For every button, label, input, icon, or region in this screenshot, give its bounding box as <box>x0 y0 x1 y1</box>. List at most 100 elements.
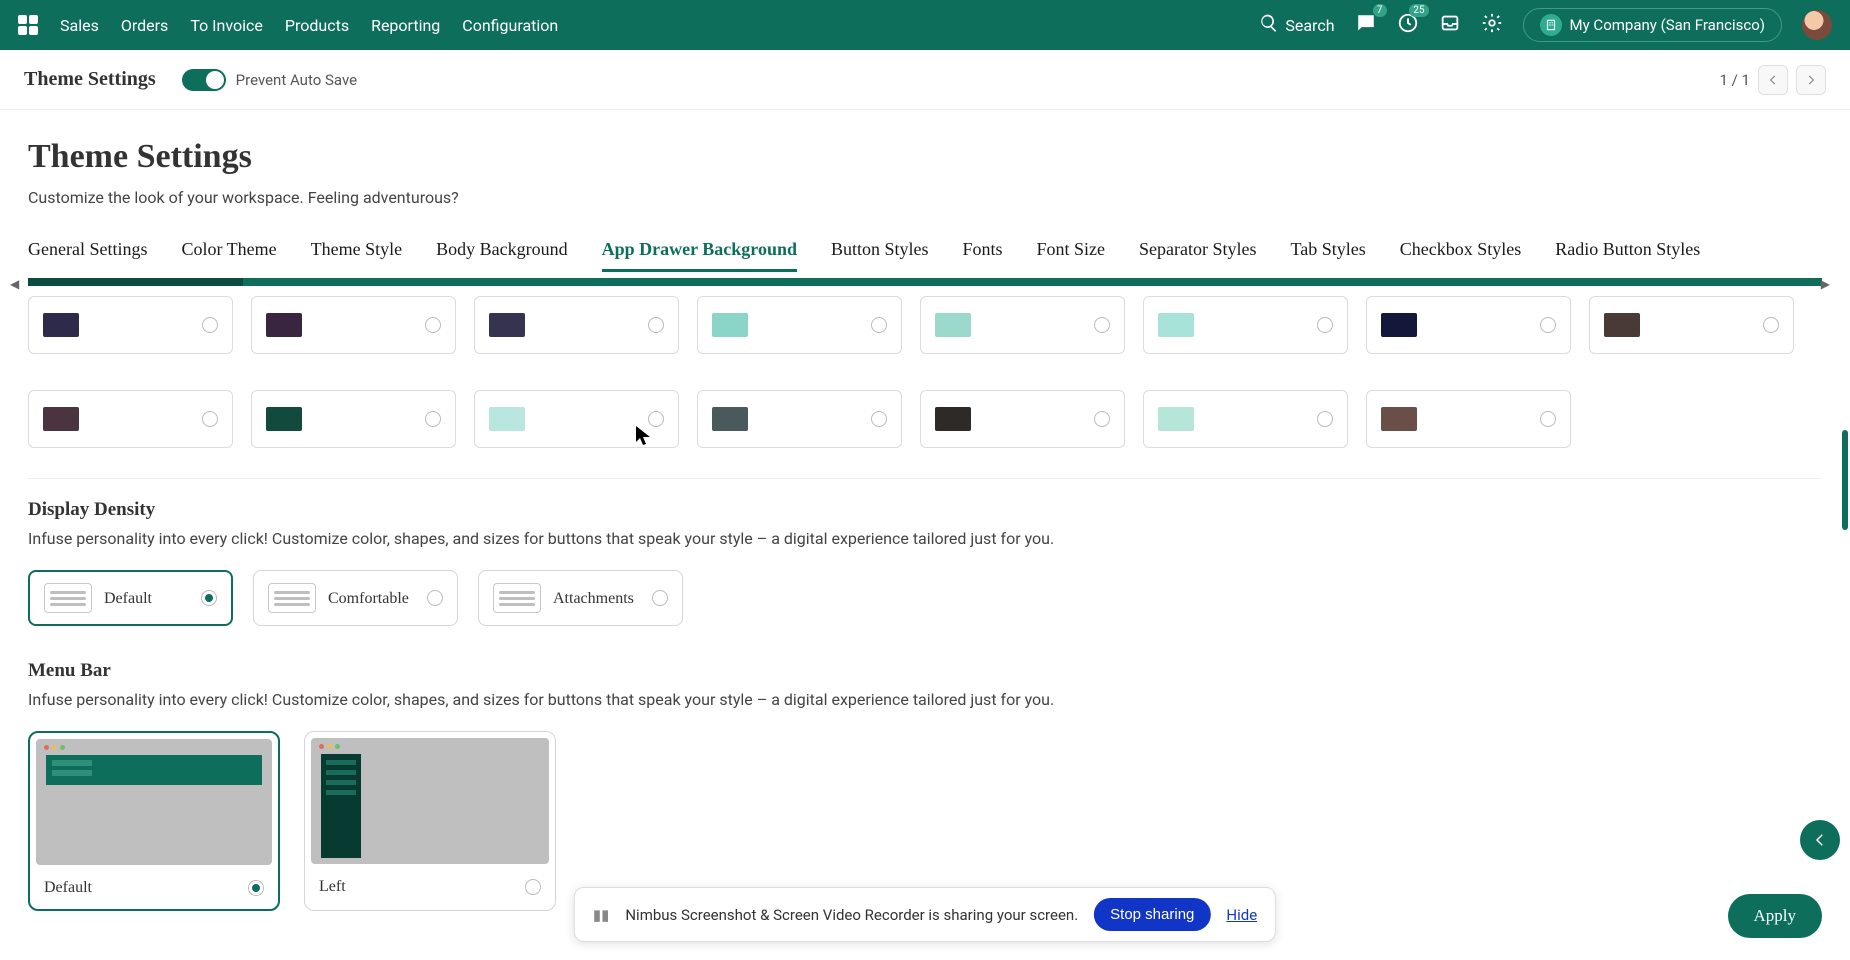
menubar-label: Left <box>319 878 346 896</box>
swatch-option[interactable] <box>1366 390 1571 448</box>
tab-accent-strip <box>28 278 1822 286</box>
swatch-radio <box>871 317 887 333</box>
swatch-color-icon <box>266 407 302 431</box>
swatch-option[interactable] <box>474 390 679 448</box>
prevent-autosave-toggle[interactable] <box>182 69 226 91</box>
scrollbar-thumb[interactable] <box>1842 430 1848 530</box>
activities-button[interactable]: 25 <box>1397 12 1419 38</box>
menubar-option-left[interactable]: Left <box>304 731 556 911</box>
settings-button[interactable] <box>1481 12 1503 38</box>
swatch-radio <box>425 317 441 333</box>
pager: 1 / 1 <box>1720 65 1827 95</box>
swatch-option[interactable] <box>28 296 233 354</box>
menubar-preview-icon <box>36 739 272 865</box>
swatch-color-icon <box>935 407 971 431</box>
tabs-scroll-left[interactable]: ◀ <box>10 277 19 291</box>
swatch-radio <box>425 411 441 427</box>
breadcrumb-title: Theme Settings <box>24 68 156 91</box>
tab-button-styles[interactable]: Button Styles <box>831 239 929 270</box>
global-search[interactable]: Search <box>1259 13 1334 37</box>
density-option-attachments[interactable]: Attachments <box>478 570 683 626</box>
swatch-color-icon <box>266 313 302 337</box>
density-label: Comfortable <box>328 590 409 607</box>
density-preview-icon <box>493 583 541 613</box>
swatch-radio <box>202 317 218 333</box>
swatch-radio <box>648 411 664 427</box>
tray-button[interactable] <box>1439 12 1461 38</box>
menubar-title: Menu Bar <box>28 660 1822 682</box>
nav-links: Sales Orders To Invoice Products Reporti… <box>60 16 558 35</box>
swatch-radio <box>1094 317 1110 333</box>
tab-radio-button-styles[interactable]: Radio Button Styles <box>1555 239 1700 270</box>
swatch-option[interactable] <box>1143 296 1348 354</box>
swatch-option[interactable] <box>920 296 1125 354</box>
menubar-radio <box>525 879 541 895</box>
company-name: My Company (San Francisco) <box>1570 16 1765 34</box>
density-options: Default Comfortable Attachments <box>28 570 1822 626</box>
nav-link-toinvoice[interactable]: To Invoice <box>190 16 263 35</box>
menubar-option-default[interactable]: Default <box>28 731 280 911</box>
avatar[interactable] <box>1802 10 1832 40</box>
swatch-grid <box>28 296 1822 448</box>
swatch-radio <box>871 411 887 427</box>
tab-checkbox-styles[interactable]: Checkbox Styles <box>1400 239 1522 270</box>
swatch-option[interactable] <box>1366 296 1571 354</box>
separator <box>28 478 1822 479</box>
search-icon <box>1259 13 1279 37</box>
prevent-autosave-label: Prevent Auto Save <box>236 71 357 89</box>
swatch-color-icon <box>1381 407 1417 431</box>
app-launcher-icon[interactable] <box>18 15 38 35</box>
density-radio <box>427 590 443 606</box>
screenshare-banner: ▮▮ Nimbus Screenshot & Screen Video Reco… <box>574 887 1276 942</box>
tab-tab-styles[interactable]: Tab Styles <box>1291 239 1366 270</box>
swatch-option[interactable] <box>1143 390 1348 448</box>
swatch-color-icon <box>43 313 79 337</box>
swatch-option[interactable] <box>697 296 902 354</box>
nav-link-sales[interactable]: Sales <box>60 16 99 35</box>
density-option-comfortable[interactable]: Comfortable <box>253 570 458 626</box>
density-preview-icon <box>268 583 316 613</box>
tab-body-background[interactable]: Body Background <box>436 239 567 270</box>
building-icon <box>1540 14 1562 36</box>
tab-general-settings[interactable]: General Settings <box>28 239 147 270</box>
swatch-color-icon <box>1158 313 1194 337</box>
company-switcher[interactable]: My Company (San Francisco) <box>1523 8 1782 42</box>
swatch-color-icon <box>489 407 525 431</box>
nav-link-orders[interactable]: Orders <box>121 16 168 35</box>
tab-theme-style[interactable]: Theme Style <box>311 239 402 270</box>
tab-font-size[interactable]: Font Size <box>1037 239 1106 270</box>
swatch-color-icon <box>935 313 971 337</box>
messages-badge: 7 <box>1373 4 1387 17</box>
hide-banner-link[interactable]: Hide <box>1226 906 1257 924</box>
swatch-option[interactable] <box>920 390 1125 448</box>
tab-color-theme[interactable]: Color Theme <box>181 239 276 270</box>
swatch-option[interactable] <box>28 390 233 448</box>
density-label: Default <box>104 590 152 607</box>
stop-sharing-button[interactable]: Stop sharing <box>1094 898 1210 931</box>
screenshare-text: Nimbus Screenshot & Screen Video Recorde… <box>625 906 1078 924</box>
pager-prev-button[interactable] <box>1758 65 1788 95</box>
nav-link-products[interactable]: Products <box>285 16 349 35</box>
swatch-option[interactable] <box>474 296 679 354</box>
nav-link-configuration[interactable]: Configuration <box>462 16 558 35</box>
tab-separator-styles[interactable]: Separator Styles <box>1139 239 1256 270</box>
swatch-option[interactable] <box>251 390 456 448</box>
swatch-option[interactable] <box>251 296 456 354</box>
swatch-color-icon <box>1158 407 1194 431</box>
density-preview-icon <box>44 583 92 613</box>
messages-button[interactable]: 7 <box>1355 12 1377 38</box>
density-option-default[interactable]: Default <box>28 570 233 626</box>
nav-link-reporting[interactable]: Reporting <box>371 16 440 35</box>
settings-tabs: General Settings Color Theme Theme Style Bo… <box>28 239 1822 272</box>
tab-app-drawer-background[interactable]: App Drawer Background <box>602 239 797 270</box>
swatch-option[interactable] <box>1589 296 1794 354</box>
apply-button[interactable]: Apply <box>1728 894 1823 938</box>
swatch-color-icon <box>1381 313 1417 337</box>
pager-next-button[interactable] <box>1796 65 1826 95</box>
page-title: Theme Settings <box>28 138 1822 176</box>
swatch-option[interactable] <box>697 390 902 448</box>
tab-fonts[interactable]: Fonts <box>963 239 1003 270</box>
reveal-panel-button[interactable] <box>1800 820 1840 860</box>
swatch-radio <box>1763 317 1779 333</box>
tabs-scroll-right[interactable]: ▶ <box>1821 277 1830 291</box>
